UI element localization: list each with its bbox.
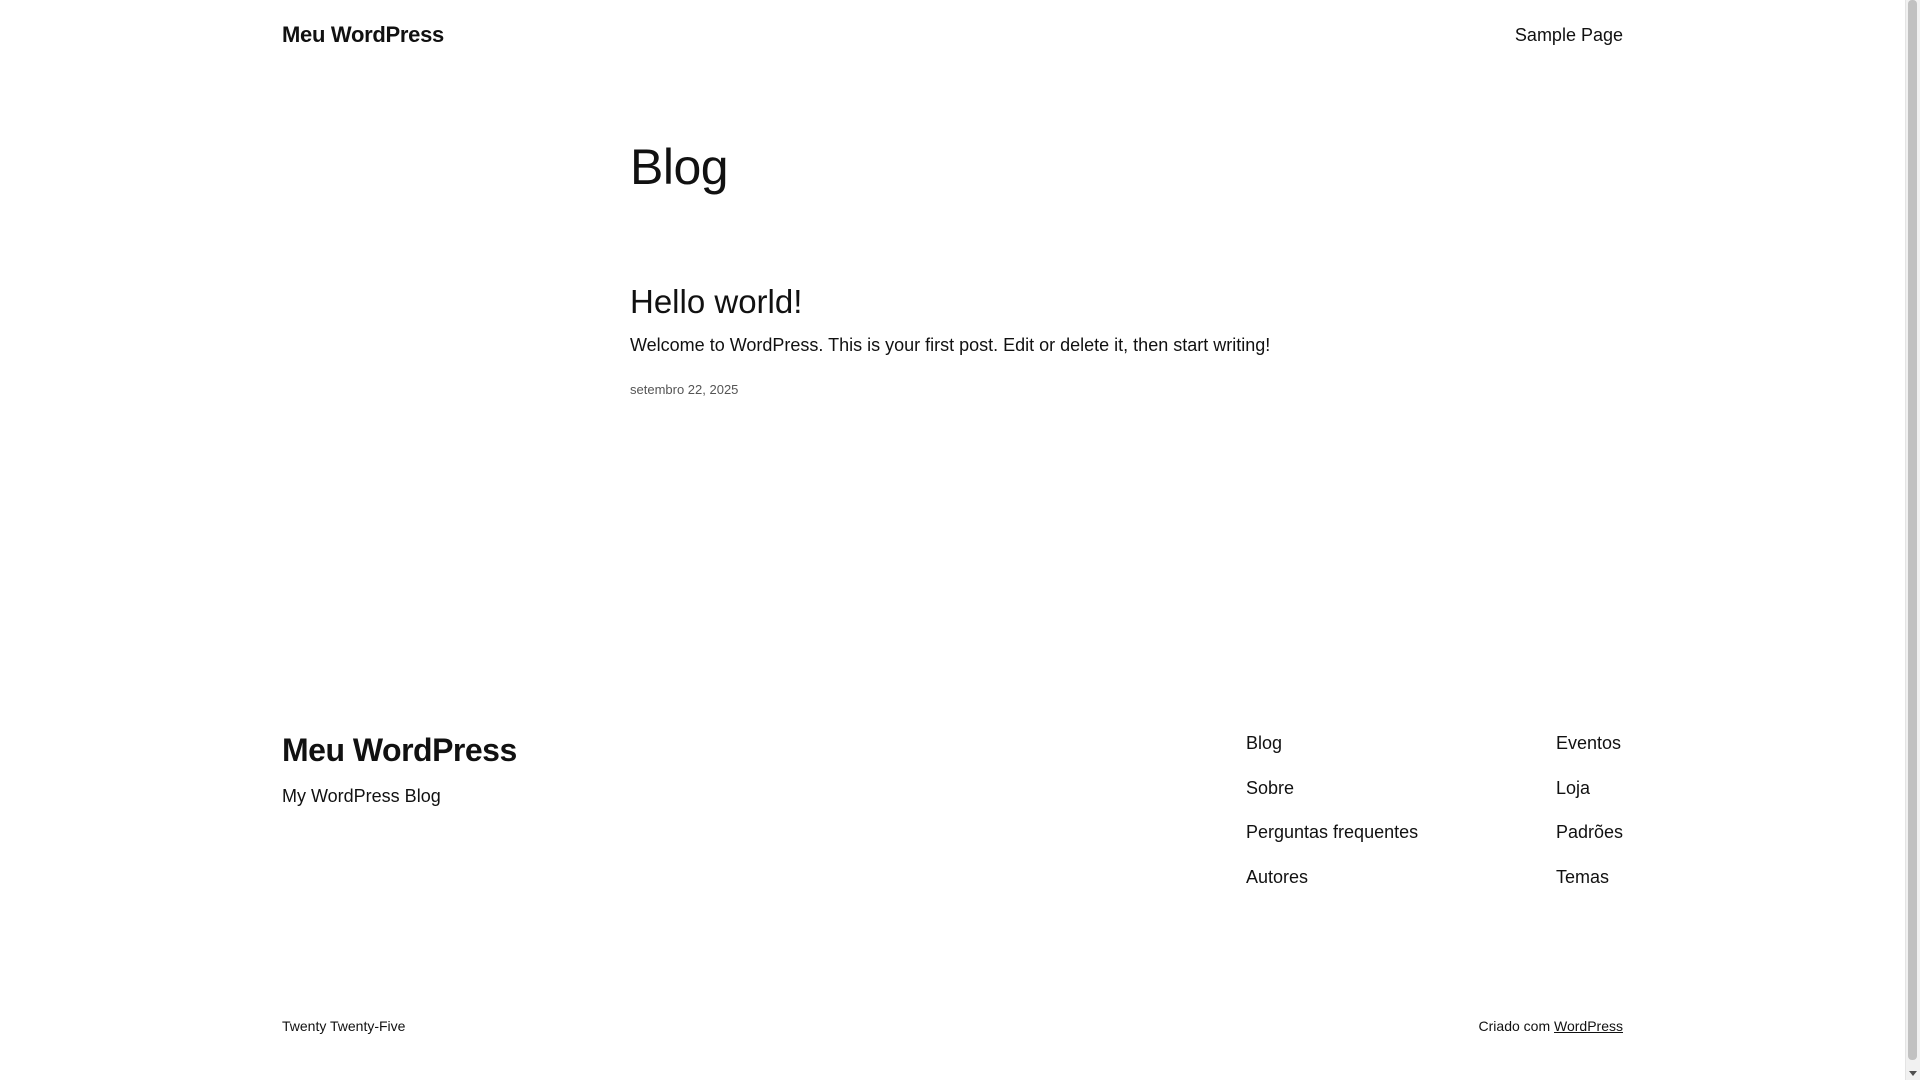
footer-nav-item: Autores: [1246, 864, 1418, 909]
footer-nav-column-1: Blog Sobre Perguntas frequentes Autores: [1246, 730, 1418, 908]
footer-link-faq[interactable]: Perguntas frequentes: [1246, 822, 1418, 842]
footer-nav-item: Sobre: [1246, 775, 1418, 820]
wordpress-link[interactable]: WordPress: [1554, 1018, 1623, 1034]
primary-nav: Sample Page: [1515, 25, 1623, 46]
footer-link-sobre[interactable]: Sobre: [1246, 778, 1294, 798]
powered-by-prefix: Criado com: [1478, 1018, 1551, 1034]
footer-nav-item: Padrões: [1556, 819, 1623, 864]
site-header: Meu WordPress Sample Page: [282, 0, 1623, 70]
footer-link-temas[interactable]: Temas: [1556, 867, 1609, 887]
page: Meu WordPress Sample Page Blog Hello wor…: [0, 0, 1905, 1080]
theme-name: Twenty Twenty-Five: [282, 1018, 406, 1034]
scroll-down-arrow-icon[interactable]: [1909, 1071, 1917, 1076]
footer-brand: Meu WordPress My WordPress Blog: [282, 728, 517, 807]
page-title: Blog: [630, 139, 729, 195]
footer-link-loja[interactable]: Loja: [1556, 778, 1590, 798]
footer-nav-item: Blog: [1246, 730, 1418, 775]
powered-by: Criado com WordPress: [1479, 1018, 1623, 1034]
footer-nav-item: Perguntas frequentes: [1246, 819, 1418, 864]
post-excerpt: Welcome to WordPress. This is your first…: [630, 335, 1271, 355]
scrollbar-thumb[interactable]: [1908, 0, 1917, 1060]
footer-link-eventos[interactable]: Eventos: [1556, 733, 1621, 753]
post-date: setembro 22, 2025: [630, 382, 739, 397]
footer-nav-item: Eventos: [1556, 730, 1623, 775]
footer-link-padroes[interactable]: Padrões: [1556, 822, 1623, 842]
footer-site-title-link[interactable]: Meu WordPress: [282, 728, 517, 772]
site-title-link[interactable]: Meu WordPress: [282, 22, 444, 48]
footer-tagline: My WordPress Blog: [282, 786, 441, 806]
footer-nav-column-2: Eventos Loja Padrões Temas: [1556, 730, 1623, 908]
vertical-scrollbar[interactable]: [1905, 0, 1920, 1080]
footer-nav-item: Loja: [1556, 775, 1623, 820]
footer-link-autores[interactable]: Autores: [1246, 867, 1308, 887]
footer-credits: Twenty Twenty-Five Criado com WordPress: [282, 1018, 1623, 1034]
post-title-link[interactable]: Hello world!: [630, 282, 1630, 322]
footer-link-blog[interactable]: Blog: [1246, 733, 1282, 753]
nav-link-sample-page[interactable]: Sample Page: [1515, 25, 1623, 45]
post-item: Hello world! Welcome to WordPress. This …: [630, 282, 1630, 397]
footer-nav-item: Temas: [1556, 864, 1623, 909]
